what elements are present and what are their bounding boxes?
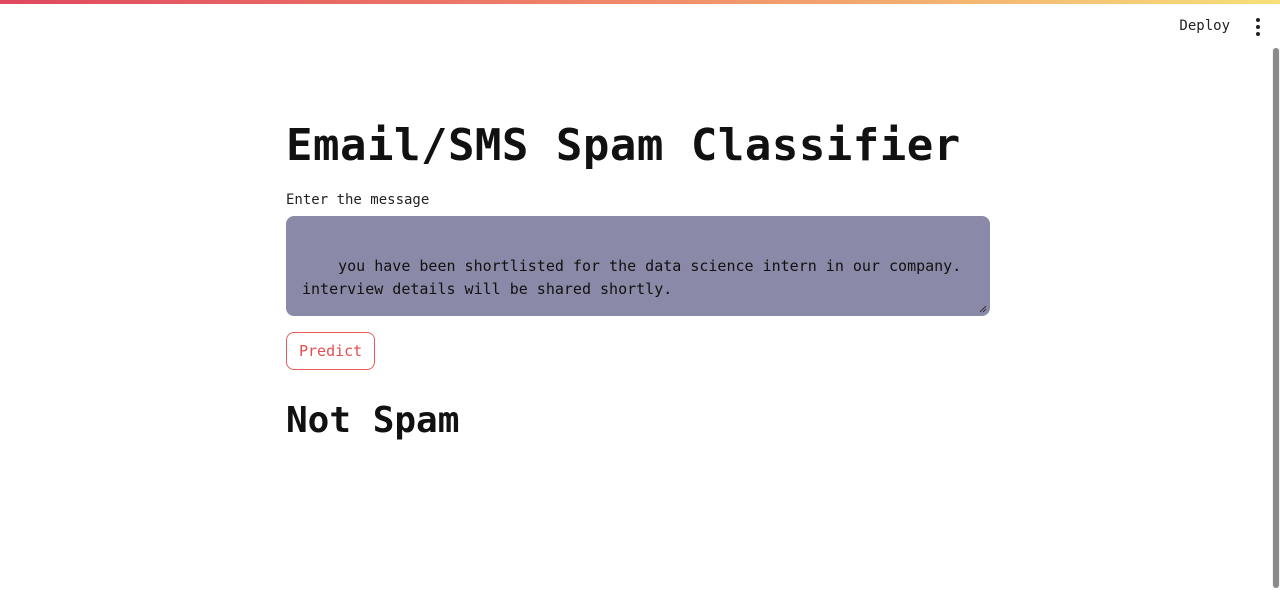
menu-dot: [1256, 32, 1260, 36]
predict-button[interactable]: Predict: [286, 332, 376, 370]
message-textarea[interactable]: you have been shortlisted for the data s…: [286, 216, 990, 316]
resize-handle-icon[interactable]: [979, 305, 987, 313]
message-input-label: Enter the message: [286, 192, 430, 208]
main-content: Email/SMS Spam Classifier Enter the mess…: [286, 118, 990, 441]
menu-dot: [1256, 18, 1260, 22]
page-title: Email/SMS Spam Classifier: [286, 120, 961, 171]
scrollbar-thumb[interactable]: [1273, 48, 1279, 588]
prediction-result: Not Spam: [286, 400, 460, 441]
menu-dot: [1256, 25, 1260, 29]
message-text: you have been shortlisted for the data s…: [302, 257, 962, 298]
vertical-dots-icon[interactable]: [1250, 18, 1266, 36]
page-scrollbar[interactable]: [1272, 48, 1280, 588]
deploy-button[interactable]: Deploy: [1179, 18, 1230, 34]
app-header: Deploy: [0, 4, 1280, 48]
